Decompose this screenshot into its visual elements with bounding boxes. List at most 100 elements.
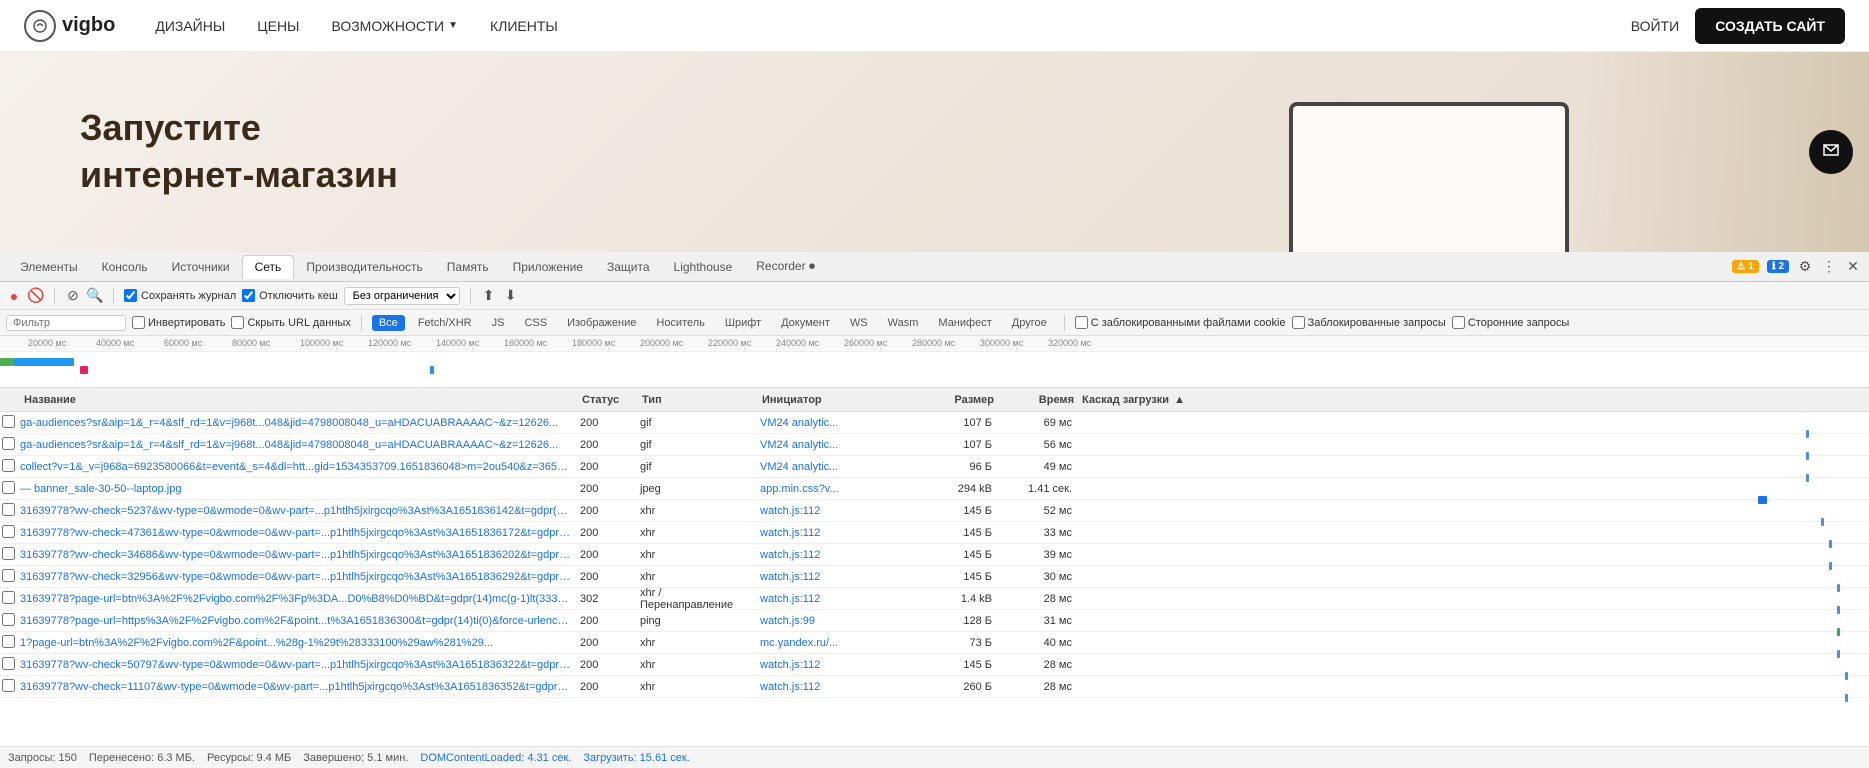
nav-link-tseny[interactable]: ЦЕНЫ	[257, 18, 299, 34]
table-row[interactable]: 31639778?wv-check=32956&wv-type=0&wmode=…	[0, 566, 1869, 588]
close-devtools-icon[interactable]: ✕	[1845, 259, 1861, 275]
tab-recorder[interactable]: Recorder ⏺	[744, 255, 827, 278]
filter-type-other[interactable]: Другое	[1005, 315, 1054, 331]
filter-icon[interactable]: ⊘	[65, 288, 81, 304]
tab-lighthouse[interactable]: Lighthouse	[662, 256, 745, 278]
row-checkbox-5[interactable]	[0, 525, 16, 541]
row-initiator-2[interactable]: VM24 analytic...	[756, 461, 916, 473]
filter-type-image[interactable]: Изображение	[560, 315, 643, 331]
row-initiator-0[interactable]: VM24 analytic...	[756, 417, 916, 429]
table-row[interactable]: collect?v=1&_v=j968a=6923580066&t=event&…	[0, 456, 1869, 478]
row-name-0[interactable]: ga-audiences?sr&aip=1&_r=4&slf_rd=1&v=j9…	[16, 417, 576, 429]
filter-type-manifest[interactable]: Манифест	[931, 315, 998, 331]
col-header-status[interactable]: Статус	[578, 394, 638, 406]
login-button[interactable]: ВОЙТИ	[1631, 18, 1679, 34]
row-name-1[interactable]: ga-audiences?sr&aip=1&_r=4&slf_rd=1&v=j9…	[16, 439, 576, 451]
filter-type-media[interactable]: Носитель	[649, 315, 712, 331]
row-initiator-8[interactable]: watch.js:112	[756, 593, 916, 605]
row-name-9[interactable]: 31639778?page-url=https%3A%2F%2Fvigbo.co…	[16, 615, 576, 627]
row-checkbox-12[interactable]	[0, 679, 16, 695]
filter-type-js[interactable]: JS	[485, 315, 512, 331]
col-header-size[interactable]: Размер	[918, 394, 998, 406]
info-badge[interactable]: ℹ 2	[1767, 260, 1789, 273]
row-checkbox-0[interactable]	[0, 415, 16, 431]
row-initiator-11[interactable]: watch.js:112	[756, 659, 916, 671]
table-row[interactable]: 31639778?wv-check=50797&wv-type=0&wmode=…	[0, 654, 1869, 676]
filter-type-document[interactable]: Документ	[774, 315, 837, 331]
row-initiator-1[interactable]: VM24 analytic...	[756, 439, 916, 451]
tab-console[interactable]: Консоль	[90, 256, 160, 278]
filter-type-font[interactable]: Шрифт	[718, 315, 768, 331]
table-row[interactable]: 31639778?wv-check=47361&wv-type=0&wmode=…	[0, 522, 1869, 544]
tab-performance[interactable]: Производительность	[294, 256, 434, 278]
filter-input[interactable]	[6, 315, 126, 331]
row-checkbox-11[interactable]	[0, 657, 16, 673]
row-name-10[interactable]: 1?page-url=btn%3A%2F%2Fvigbo.com%2F&poin…	[16, 637, 576, 649]
tab-application[interactable]: Приложение	[501, 256, 595, 278]
table-row[interactable]: — banner_sale-30-50--laptop.jpg 200 jpeg…	[0, 478, 1869, 500]
filter-type-wasm[interactable]: Wasm	[881, 315, 926, 331]
table-row[interactable]: ga-audiences?sr&aip=1&_r=4&slf_rd=1&v=j9…	[0, 434, 1869, 456]
export-icon[interactable]: ⬇	[503, 288, 519, 304]
col-header-initiator[interactable]: Инициатор	[758, 394, 918, 406]
table-row[interactable]: 31639778?wv-check=5237&wv-type=0&wmode=0…	[0, 500, 1869, 522]
record-button[interactable]: ●	[6, 288, 22, 304]
third-party-checkbox[interactable]: Сторонние запросы	[1452, 316, 1569, 329]
col-header-type[interactable]: Тип	[638, 394, 758, 406]
create-site-button[interactable]: СОЗДАТЬ САЙТ	[1695, 8, 1845, 44]
row-initiator-3[interactable]: app.min.css?v...	[756, 483, 916, 495]
row-initiator-10[interactable]: mc.yandex.ru/...	[756, 637, 916, 649]
row-name-8[interactable]: 31639778?page-url=btn%3A%2F%2Fvigbo.com%…	[16, 593, 576, 605]
tab-sources[interactable]: Источники	[160, 256, 242, 278]
blocked-requests-checkbox[interactable]: Заблокированные запросы	[1292, 316, 1446, 329]
col-header-time[interactable]: Время	[998, 394, 1078, 406]
row-initiator-6[interactable]: watch.js:112	[756, 549, 916, 561]
row-name-2[interactable]: collect?v=1&_v=j968a=6923580066&t=event&…	[16, 461, 576, 473]
import-icon[interactable]: ⬆	[481, 288, 497, 304]
row-initiator-5[interactable]: watch.js:112	[756, 527, 916, 539]
nav-link-klienty[interactable]: КЛИЕНТЫ	[490, 18, 558, 34]
row-name-6[interactable]: 31639778?wv-check=34686&wv-type=0&wmode=…	[16, 549, 576, 561]
settings-icon[interactable]: ⚙	[1797, 259, 1813, 275]
alert-badge[interactable]: ⚠ 1	[1732, 260, 1759, 273]
disable-cache-checkbox[interactable]: Отключить кеш	[242, 289, 338, 302]
row-name-7[interactable]: 31639778?wv-check=32956&wv-type=0&wmode=…	[16, 571, 576, 583]
row-initiator-12[interactable]: watch.js:112	[756, 681, 916, 693]
tab-elements[interactable]: Элементы	[8, 256, 90, 278]
table-row[interactable]: 31639778?wv-check=11107&wv-type=0&wmode=…	[0, 676, 1869, 698]
tab-security[interactable]: Защита	[595, 256, 662, 278]
preserve-log-checkbox[interactable]: Сохранять журнал	[124, 289, 236, 302]
row-checkbox-1[interactable]	[0, 437, 16, 453]
invert-filter-checkbox[interactable]: Инвертировать	[132, 316, 225, 329]
row-checkbox-9[interactable]	[0, 613, 16, 629]
search-icon[interactable]: 🔍	[87, 288, 103, 304]
hide-url-checkbox[interactable]: Скрыть URL данных	[231, 316, 350, 329]
row-checkbox-10[interactable]	[0, 635, 16, 651]
table-row[interactable]: 31639778?page-url=https%3A%2F%2Fvigbo.co…	[0, 610, 1869, 632]
tab-network[interactable]: Сеть	[242, 255, 295, 279]
table-row[interactable]: 1?page-url=btn%3A%2F%2Fvigbo.com%2F&poin…	[0, 632, 1869, 654]
throttle-select[interactable]: Без ограничения	[344, 287, 460, 305]
row-name-11[interactable]: 31639778?wv-check=50797&wv-type=0&wmode=…	[16, 659, 576, 671]
clear-button[interactable]: 🚫	[28, 288, 44, 304]
row-initiator-7[interactable]: watch.js:112	[756, 571, 916, 583]
row-checkbox-8[interactable]	[0, 591, 16, 607]
blocked-cookies-checkbox[interactable]: С заблокированными файлами cookie	[1075, 316, 1286, 329]
tab-memory[interactable]: Память	[435, 256, 501, 278]
filter-type-all[interactable]: Все	[372, 315, 405, 331]
nav-logo[interactable]: vigbo	[24, 10, 115, 42]
filter-type-css[interactable]: CSS	[517, 315, 554, 331]
filter-type-xhr[interactable]: Fetch/XHR	[411, 315, 479, 331]
row-initiator-4[interactable]: watch.js:112	[756, 505, 916, 517]
row-initiator-9[interactable]: watch.js:99	[756, 615, 916, 627]
row-checkbox-2[interactable]	[0, 459, 16, 475]
nav-link-vozmozhnosti[interactable]: ВОЗМОЖНОСТИ ▼	[331, 18, 458, 34]
chat-button[interactable]	[1809, 130, 1853, 174]
row-name-3[interactable]: — banner_sale-30-50--laptop.jpg	[16, 483, 576, 495]
table-row[interactable]: 31639778?wv-check=34686&wv-type=0&wmode=…	[0, 544, 1869, 566]
table-row[interactable]: ga-audiences?sr&aip=1&_r=4&slf_rd=1&v=j9…	[0, 412, 1869, 434]
row-name-12[interactable]: 31639778?wv-check=11107&wv-type=0&wmode=…	[16, 681, 576, 693]
row-name-4[interactable]: 31639778?wv-check=5237&wv-type=0&wmode=0…	[16, 505, 576, 517]
row-checkbox-3[interactable]	[0, 481, 16, 497]
row-checkbox-6[interactable]	[0, 547, 16, 563]
